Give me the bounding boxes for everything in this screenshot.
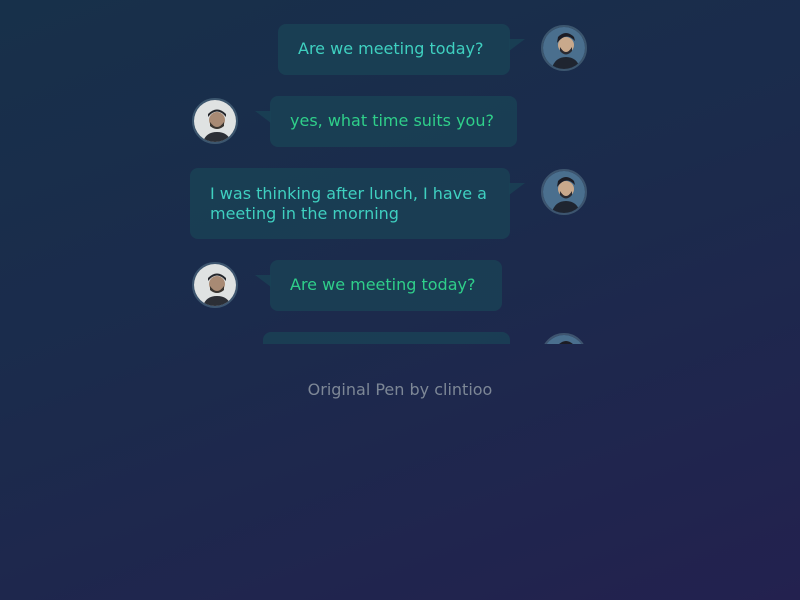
avatar-other — [192, 98, 238, 144]
message-bubble: Are we meeting today? — [270, 260, 502, 311]
user-photo-icon — [543, 171, 585, 213]
message-text: I was thinking after lunch, I have a mee… — [210, 184, 487, 223]
user-photo-icon — [543, 27, 585, 69]
message-text: Are we meeting today? — [290, 275, 476, 294]
message-bubble: I was thinking after lunch, I have a mee… — [190, 168, 510, 239]
avatar-self — [541, 25, 587, 71]
bubble-tail — [509, 39, 525, 51]
message-bubble-partial — [263, 332, 510, 344]
footer-credit: Original Pen by clintioo — [307, 380, 493, 399]
message-bubble: yes, what time suits you? — [270, 96, 517, 147]
bubble-tail — [509, 183, 525, 195]
bubble-tail — [255, 275, 271, 287]
message-text: yes, what time suits you? — [290, 111, 494, 130]
avatar-other — [192, 262, 238, 308]
bubble-tail — [255, 111, 271, 123]
user-photo-icon — [194, 100, 236, 142]
user-photo-icon — [543, 335, 585, 344]
chat-thread: Are we meeting today? yes, what time sui… — [0, 0, 800, 344]
user-photo-icon — [194, 264, 236, 306]
avatar-self — [541, 169, 587, 215]
message-bubble: Are we meeting today? — [278, 24, 510, 75]
message-text: Are we meeting today? — [298, 39, 484, 58]
avatar-self — [541, 333, 587, 344]
